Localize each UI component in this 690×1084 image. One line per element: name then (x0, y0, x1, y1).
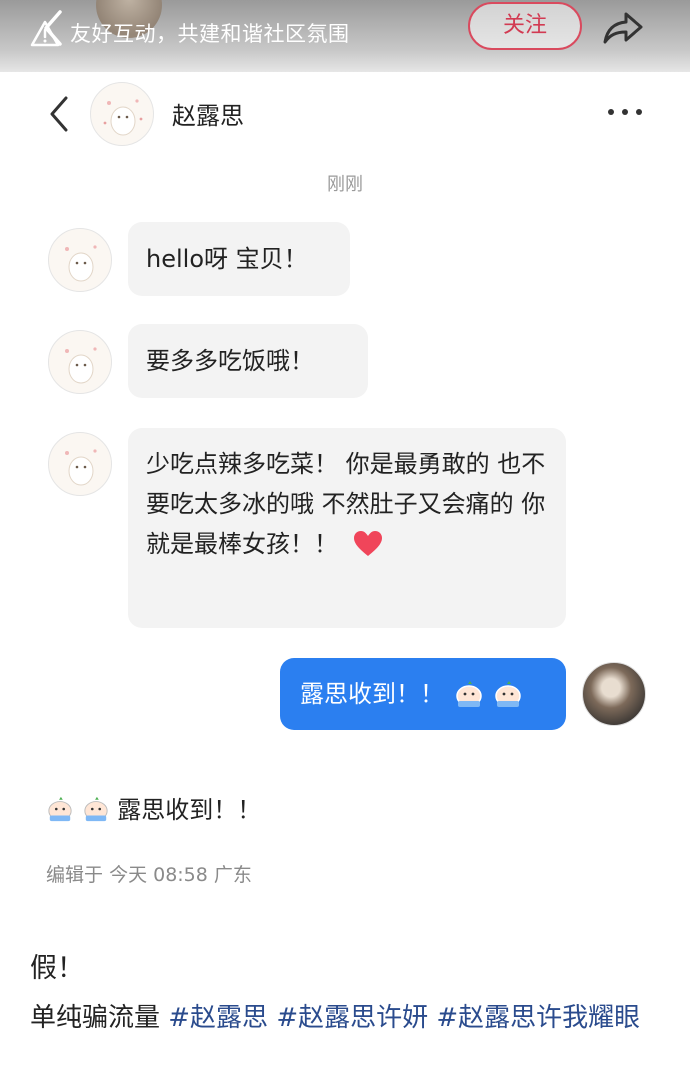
message-bubble[interactable]: 要多多吃饭哦！ (128, 324, 368, 398)
share-icon[interactable] (602, 10, 644, 46)
cat-illustration (65, 449, 97, 486)
edited-location: 广东 (213, 864, 252, 886)
crying-face-emoji (495, 681, 522, 707)
chat-back-icon[interactable] (46, 94, 72, 134)
cat-illustration (103, 99, 143, 136)
chat-header: 赵露思 (0, 78, 690, 148)
post-quote-text: 露思收到！！ (117, 796, 262, 824)
more-icon[interactable] (606, 106, 644, 118)
post-quote-line: 露思收到！！ (46, 794, 261, 826)
post-body-text: 单纯骗流量 (30, 1003, 169, 1033)
follow-button[interactable]: 关注 (468, 2, 582, 50)
sender-avatar[interactable] (48, 228, 112, 292)
community-slogan: 友好互动，共建和谐社区氛围 (70, 22, 350, 46)
sender-avatar[interactable] (48, 330, 112, 394)
heart-emoji (353, 531, 382, 556)
hashtag-link[interactable]: #赵露思许妍 (276, 1003, 428, 1033)
message-bubble[interactable]: 少吃点辣多吃菜！ 你是最勇敢的 也不要吃太多冰的哦 不然肚子又会痛的 你就是最棒… (128, 428, 566, 628)
post-title: 假！ (30, 953, 84, 984)
contact-avatar[interactable] (90, 82, 154, 146)
message-timestamp: 刚刚 (327, 174, 363, 195)
edited-label: 编辑于 (46, 864, 104, 886)
warning-icon (30, 20, 60, 47)
my-avatar[interactable] (582, 662, 646, 726)
crying-face-emoji (455, 681, 482, 707)
message-text: 少吃点辣多吃菜！ 你是最勇敢的 也不要吃太多冰的哦 不然肚子又会痛的 你就是最棒… (146, 450, 546, 558)
my-message-bubble[interactable]: 露思收到！！ (280, 658, 566, 730)
message-bubble[interactable]: hello呀 宝贝！ (128, 222, 350, 296)
hashtag-link[interactable]: #赵露思许我耀眼 (436, 1003, 640, 1033)
cat-illustration (65, 347, 97, 384)
hashtag-link[interactable]: #赵露思 (168, 1003, 268, 1033)
crying-face-emoji (84, 796, 108, 822)
contact-name: 赵露思 (172, 102, 244, 130)
crying-face-emoji (48, 796, 72, 822)
post-body: 单纯骗流量 #赵露思 #赵露思许妍 #赵露思许我耀眼 (30, 998, 660, 1038)
cat-illustration (65, 245, 97, 282)
my-message-text: 露思收到！！ (300, 680, 444, 708)
sender-avatar[interactable] (48, 432, 112, 496)
edited-time: 今天 08:58 (109, 864, 208, 886)
edit-info: 编辑于 今天 08:58 广东 (46, 860, 252, 887)
top-bar: 友好互动，共建和谐社区氛围 关注 (0, 0, 690, 72)
